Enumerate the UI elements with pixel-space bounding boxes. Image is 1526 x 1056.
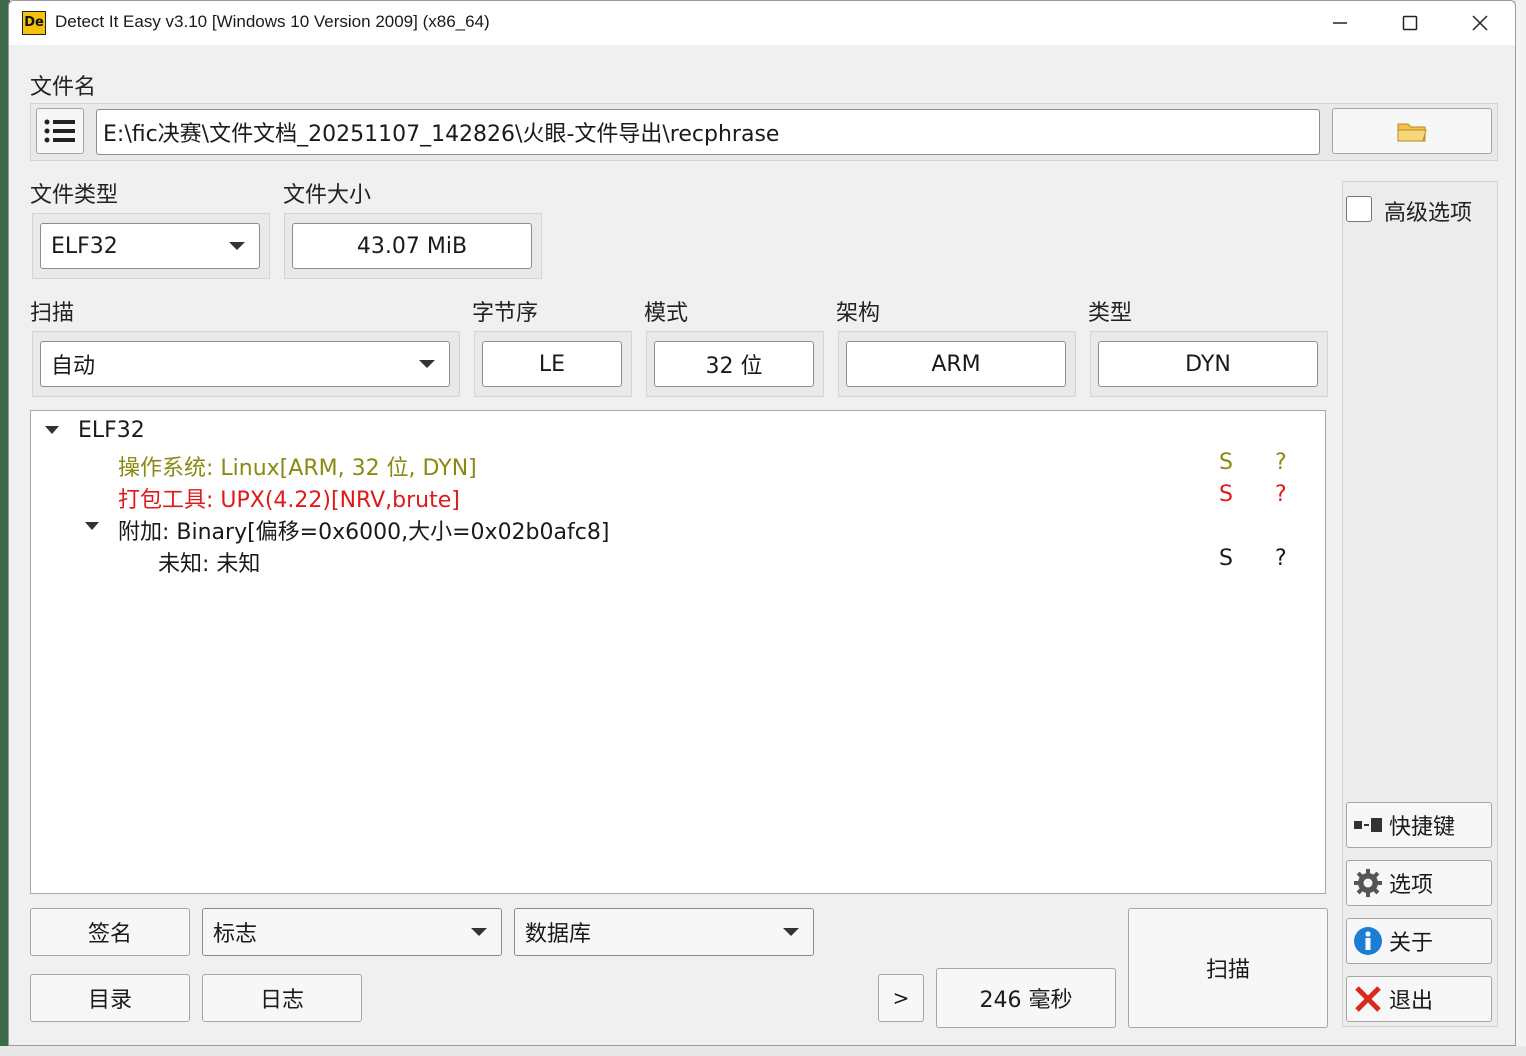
tree-row-text: 未知: 未知 — [158, 552, 261, 577]
log-button-label: 日志 — [259, 988, 304, 1013]
about-button[interactable]: 关于 — [1346, 918, 1492, 964]
title-bar[interactable]: De Detect It Easy v3.10 [Windows 10 Vers… — [9, 1, 1515, 45]
gear-icon — [1354, 869, 1382, 897]
type-value: DYN — [1185, 351, 1231, 377]
about-label: 关于 — [1389, 931, 1434, 956]
expand-triangle-icon[interactable] — [45, 426, 59, 434]
file-path-text: E:\fic决赛\文件文档_20251107_142826\火眼-文件导出\re… — [103, 122, 780, 147]
file-size-field: 43.07 MiB — [292, 223, 532, 269]
open-file-button[interactable] — [1332, 108, 1492, 154]
signature-s-button[interactable]: S — [1219, 482, 1233, 507]
arch-value: ARM — [931, 351, 981, 377]
database-value: 数据库 — [525, 922, 592, 947]
file-path-field[interactable]: E:\fic决赛\文件文档_20251107_142826\火眼-文件导出\re… — [96, 109, 1320, 155]
app-logo-icon: De — [22, 11, 46, 35]
shortcuts-button[interactable]: 快捷键 — [1346, 802, 1492, 848]
maximize-button[interactable] — [1375, 1, 1445, 45]
scan-button-label: 扫描 — [1205, 958, 1250, 983]
file-menu-button[interactable] — [36, 108, 84, 154]
file-size-value: 43.07 MiB — [356, 233, 468, 259]
scan-button[interactable]: 扫描 — [1128, 908, 1328, 1028]
arch-field: ARM — [846, 341, 1066, 387]
endian-label: 字节序 — [472, 301, 539, 326]
endian-value: LE — [538, 351, 566, 377]
scan-mode-value: 自动 — [51, 354, 96, 379]
signature-s-button[interactable]: S — [1219, 546, 1233, 571]
file-size-label: 文件大小 — [283, 183, 372, 208]
chevron-down-icon — [229, 242, 245, 250]
maximize-icon — [1402, 15, 1418, 31]
window-title: Detect It Easy v3.10 [Windows 10 Version… — [55, 12, 490, 31]
flags-select[interactable]: 标志 — [202, 908, 502, 956]
file-type-select[interactable]: ELF32 — [40, 223, 260, 269]
minimize-icon — [1333, 22, 1347, 24]
expand-triangle-icon[interactable] — [85, 522, 99, 530]
info-question-button[interactable]: ? — [1275, 546, 1287, 571]
shortcut-icon — [1354, 818, 1382, 832]
log-button[interactable]: 日志 — [202, 974, 362, 1022]
close-button[interactable] — [1445, 1, 1515, 45]
mode-value: 32 位 — [705, 354, 763, 379]
list-icon — [44, 119, 75, 143]
database-select[interactable]: 数据库 — [514, 908, 814, 956]
elapsed-time-label: 246 毫秒 — [979, 988, 1073, 1013]
file-name-label: 文件名 — [30, 75, 97, 100]
mode-label: 模式 — [644, 301, 689, 326]
info-question-button[interactable]: ? — [1275, 482, 1287, 507]
tree-row-os[interactable]: 操作系统: Linux[ARM, 32 位, DYN] S ? — [31, 446, 1325, 481]
tree-root-text: ELF32 — [78, 418, 145, 443]
tree-row-packer[interactable]: 打包工具: UPX(4.22)[NRV,brute] S ? — [31, 478, 1325, 513]
more-button[interactable]: > — [878, 974, 924, 1022]
exit-label: 退出 — [1389, 989, 1434, 1014]
endian-field: LE — [482, 341, 622, 387]
options-label: 选项 — [1389, 873, 1434, 898]
desktop-background-bottom — [0, 1046, 1526, 1056]
directory-button-label: 目录 — [87, 988, 132, 1013]
main-window: De Detect It Easy v3.10 [Windows 10 Vers… — [8, 0, 1516, 1046]
arch-label: 架构 — [836, 301, 881, 326]
more-button-label: > — [892, 986, 910, 1010]
tree-row-unknown[interactable]: 未知: 未知 S ? — [31, 542, 1325, 577]
signature-button-label: 签名 — [87, 922, 132, 947]
file-type-value: ELF32 — [51, 233, 118, 259]
scan-mode-select[interactable]: 自动 — [40, 341, 450, 387]
signature-s-button[interactable]: S — [1219, 450, 1233, 475]
scan-result-tree[interactable]: ELF32 操作系统: Linux[ARM, 32 位, DYN] S ? 打包… — [30, 410, 1326, 894]
options-button[interactable]: 选项 — [1346, 860, 1492, 906]
flags-value: 标志 — [213, 922, 258, 947]
minimize-button[interactable] — [1305, 1, 1375, 45]
shortcuts-label: 快捷键 — [1389, 815, 1456, 840]
exit-button[interactable]: 退出 — [1346, 976, 1492, 1022]
file-type-label: 文件类型 — [30, 183, 119, 208]
scan-mode-label: 扫描 — [30, 301, 75, 326]
signature-button[interactable]: 签名 — [30, 908, 190, 956]
tree-row-root[interactable]: ELF32 — [31, 414, 1325, 446]
advanced-label: 高级选项 — [1384, 201, 1473, 226]
type-field: DYN — [1098, 341, 1318, 387]
close-icon — [1472, 15, 1488, 31]
chevron-down-icon — [471, 928, 487, 936]
elapsed-time-button[interactable]: 246 毫秒 — [936, 968, 1116, 1028]
type-label: 类型 — [1088, 301, 1133, 326]
tree-row-overlay[interactable]: 附加: Binary[偏移=0x6000,大小=0x02b0afc8] — [31, 510, 1325, 545]
desktop-background-right — [1516, 0, 1526, 1056]
folder-icon — [1397, 123, 1427, 142]
mode-field: 32 位 — [654, 341, 814, 387]
info-icon — [1354, 927, 1382, 955]
chevron-down-icon — [783, 928, 799, 936]
directory-button[interactable]: 目录 — [30, 974, 190, 1022]
advanced-checkbox[interactable] — [1346, 196, 1372, 222]
chevron-down-icon — [419, 360, 435, 368]
info-question-button[interactable]: ? — [1275, 450, 1287, 475]
exit-x-icon — [1355, 986, 1381, 1012]
